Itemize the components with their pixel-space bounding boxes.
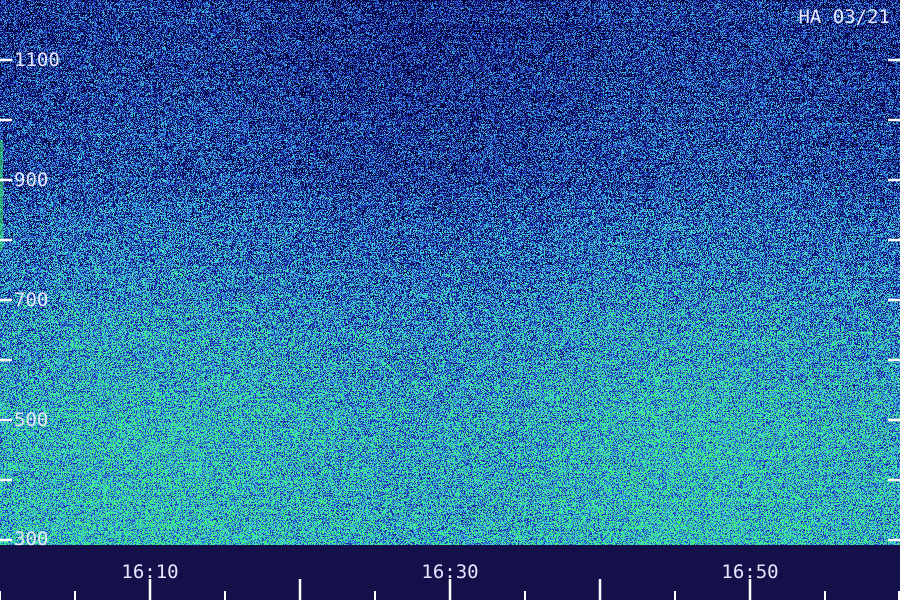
x-tick-label: 16:10 [121,561,178,583]
spectrogram-chart: 1100 900 700 500 300 16:10 16:30 16:50 H [0,0,900,600]
x-axis: 16:10 16:30 16:50 [0,561,900,600]
y-tick-label: 1100 [14,49,60,71]
x-tick-label: 16:50 [721,561,778,583]
axes-overlay: 1100 900 700 500 300 16:10 16:30 16:50 H [0,6,900,600]
y-tick-label: 500 [14,409,48,431]
y-tick-label: 300 [14,528,48,550]
y-tick-label: 700 [14,289,48,311]
x-tick-label: 16:30 [421,561,478,583]
y-tick-label: 900 [14,169,48,191]
chart-title: HA 03/21 [798,6,890,28]
y-axis: 1100 900 700 500 300 [0,49,900,550]
